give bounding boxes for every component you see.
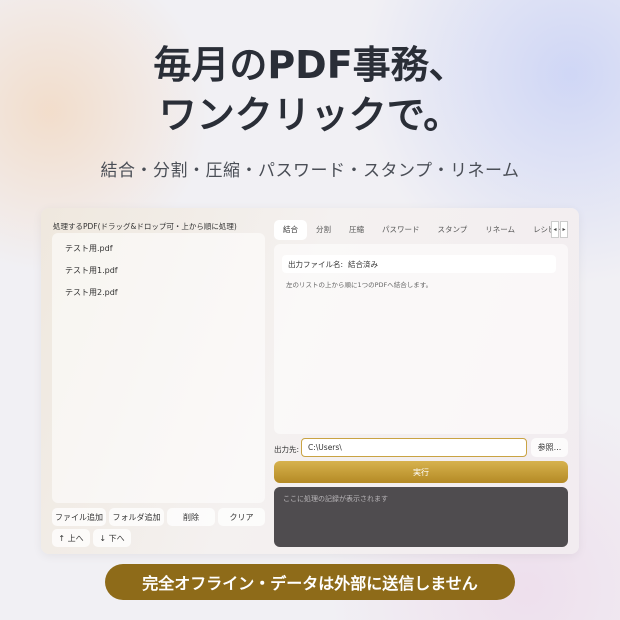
tab-scroll-left-icon[interactable]: ◂ xyxy=(551,221,559,238)
output-folder-label: 出力先: xyxy=(274,445,300,454)
file-list-caption: 処理するPDF(ドラッグ&ドロップ可・上から順に処理) xyxy=(53,222,237,231)
output-folder-input[interactable]: C:\Users\ xyxy=(301,438,527,457)
headline-line-1: 毎月のPDF事務、 xyxy=(153,43,467,87)
tab-stamp[interactable]: スタンプ xyxy=(429,220,477,240)
clear-button[interactable]: クリア xyxy=(218,508,265,526)
run-button[interactable]: 実行 xyxy=(274,461,568,483)
browse-button[interactable]: 参照... xyxy=(531,438,568,457)
move-down-button[interactable]: ↓ 下へ xyxy=(93,529,131,547)
log-area: ここに処理の記録が表示されます xyxy=(274,487,568,547)
tab-compress[interactable]: 圧縮 xyxy=(340,220,373,240)
tab-bar: 結合 分割 圧縮 パスワード スタンプ リネーム レシピ(一括 xyxy=(274,220,568,240)
output-name-input[interactable]: 結合済み xyxy=(338,259,378,270)
offline-banner: 完全オフライン・データは外部に送信しません xyxy=(105,564,515,600)
tab-merge[interactable]: 結合 xyxy=(274,220,307,240)
tab-split[interactable]: 分割 xyxy=(307,220,340,240)
file-list[interactable]: テスト用.pdf テスト用1.pdf テスト用2.pdf xyxy=(52,233,265,503)
app-window: 処理するPDF(ドラッグ&ドロップ可・上から順に処理) テスト用.pdf テスト… xyxy=(41,208,579,554)
feature-list: 結合・分割・圧縮・パスワード・スタンプ・リネーム xyxy=(100,161,520,181)
tab-password[interactable]: パスワード xyxy=(373,220,429,240)
log-placeholder: ここに処理の記録が表示されます xyxy=(283,495,388,503)
file-list-item[interactable]: テスト用.pdf xyxy=(52,243,265,265)
headline-line-2: ワンクリックで。 xyxy=(158,93,462,137)
delete-button[interactable]: 削除 xyxy=(167,508,215,526)
file-list-item[interactable]: テスト用1.pdf xyxy=(52,265,265,287)
merge-panel: 出力ファイル名: 結合済み 左のリストの上から順に1つのPDFへ結合します。 xyxy=(274,244,568,434)
add-file-button[interactable]: ファイル追加 xyxy=(52,508,106,526)
move-up-button[interactable]: ↑ 上へ xyxy=(52,529,90,547)
add-folder-button[interactable]: フォルダ追加 xyxy=(109,508,164,526)
output-name-row: 出力ファイル名: 結合済み xyxy=(282,255,556,273)
output-name-label: 出力ファイル名: xyxy=(288,259,344,269)
tab-rename[interactable]: リネーム xyxy=(476,220,524,240)
headline: 毎月のPDF事務、 ワンクリックで。 xyxy=(0,40,620,140)
tab-scroll-right-icon[interactable]: ▸ xyxy=(560,221,568,238)
merge-hint: 左のリストの上から順に1つのPDFへ結合します。 xyxy=(286,281,433,289)
file-list-item[interactable]: テスト用2.pdf xyxy=(52,287,265,309)
